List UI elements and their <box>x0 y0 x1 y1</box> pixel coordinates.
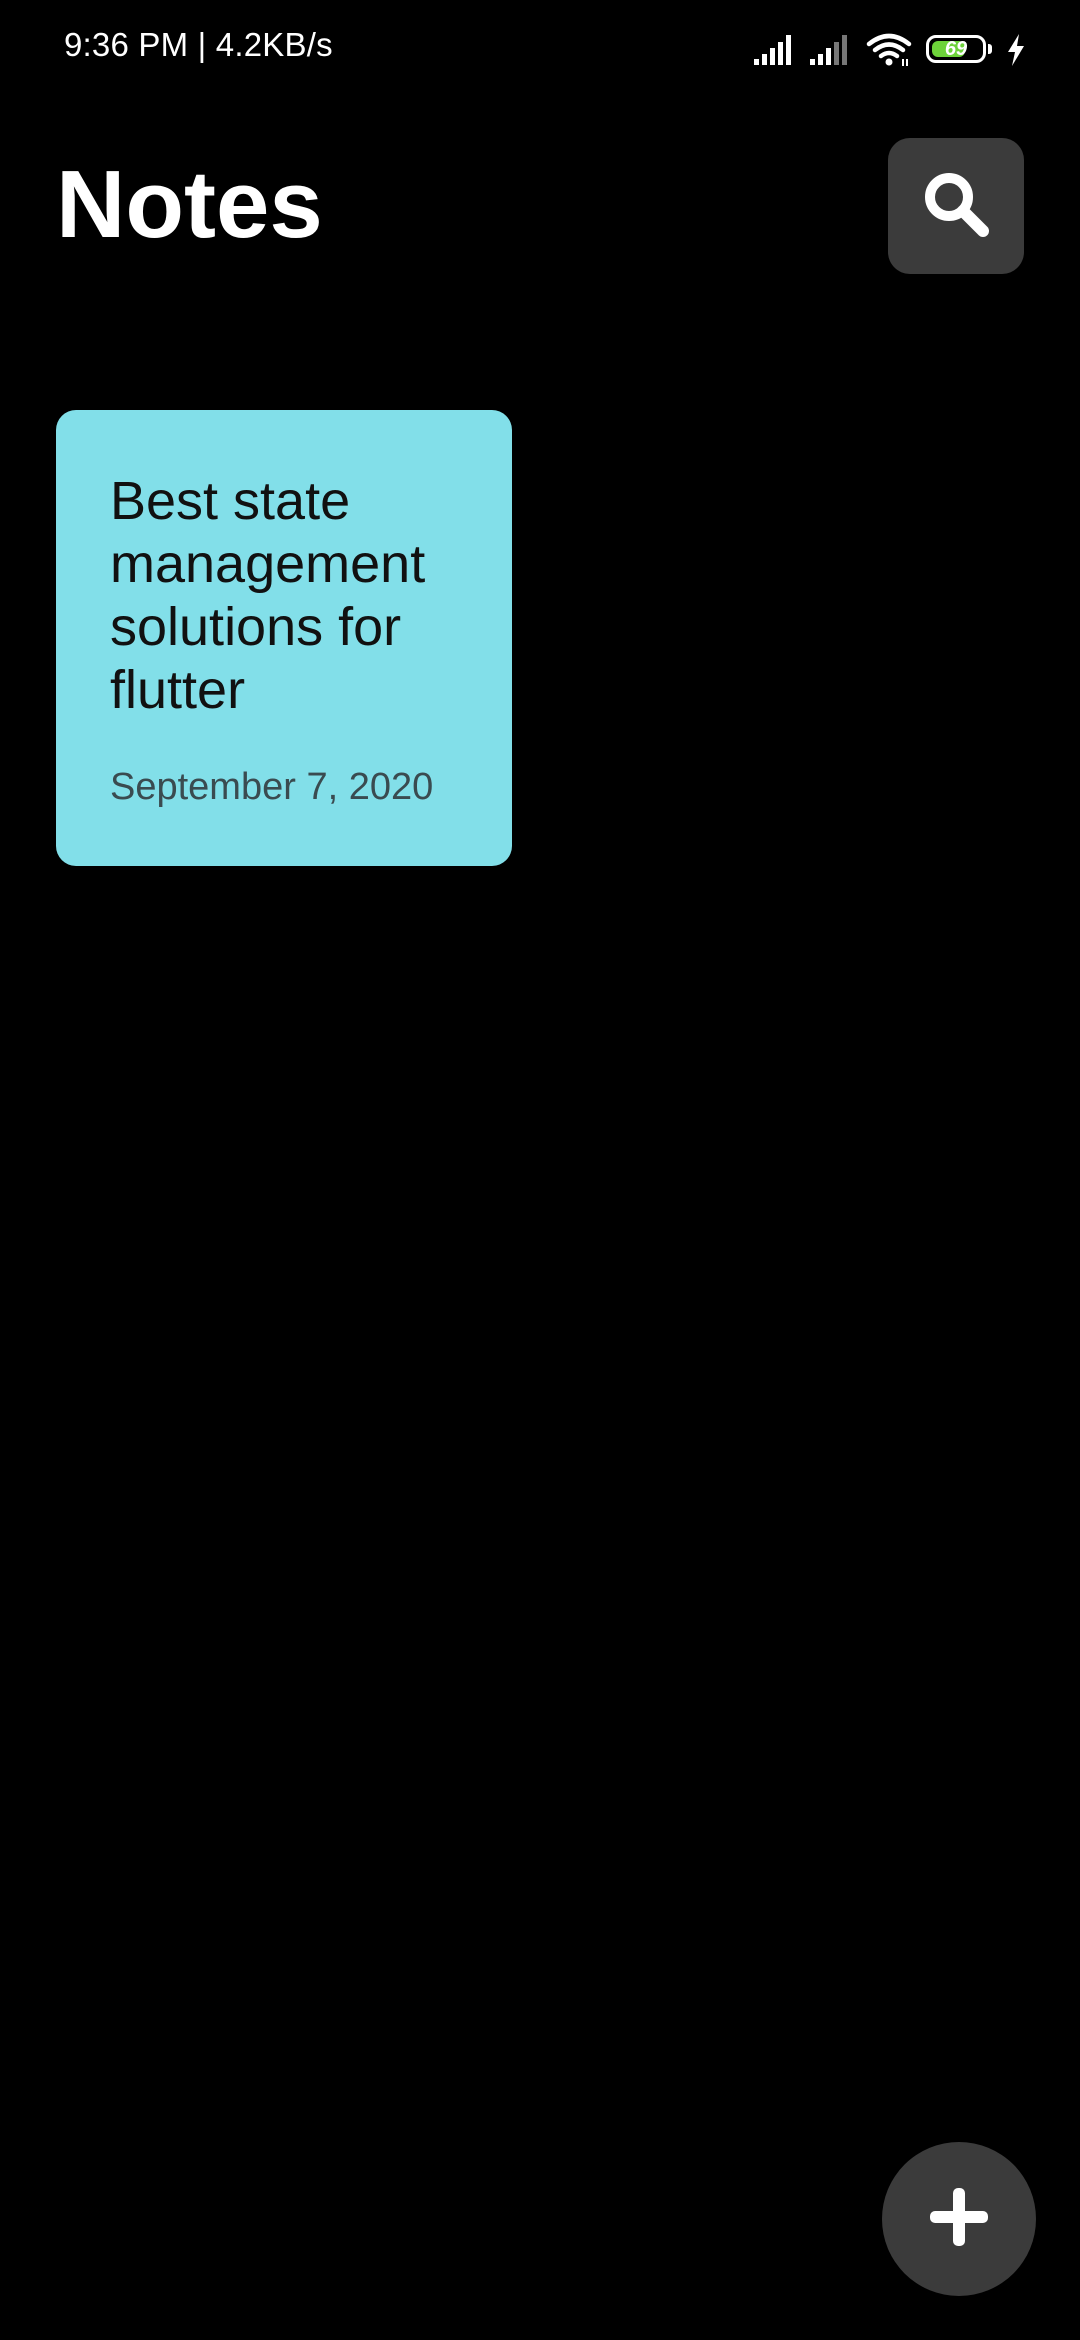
status-time-speed: 9:36 PM | 4.2KB/s <box>64 26 333 63</box>
battery-level: 69 <box>944 38 968 60</box>
note-date: September 7, 2020 <box>110 766 434 808</box>
status-icons: 69 <box>754 30 1026 70</box>
signal-icon <box>754 35 796 65</box>
note-card[interactable]: Best state management solutions for flut… <box>56 410 512 866</box>
search-button[interactable] <box>888 138 1024 274</box>
plus-icon <box>928 2186 990 2253</box>
signal-icon <box>810 35 852 65</box>
battery-icon: 69 <box>926 35 992 65</box>
note-title: Best state management solutions for flut… <box>110 471 426 720</box>
search-icon <box>920 168 992 245</box>
charging-icon <box>1006 34 1026 66</box>
status-bar: 9:36 PM | 4.2KB/s 69 <box>0 0 1080 100</box>
wifi-icon <box>866 33 912 67</box>
page-title: Notes <box>56 151 323 258</box>
add-note-button[interactable] <box>882 2142 1036 2296</box>
